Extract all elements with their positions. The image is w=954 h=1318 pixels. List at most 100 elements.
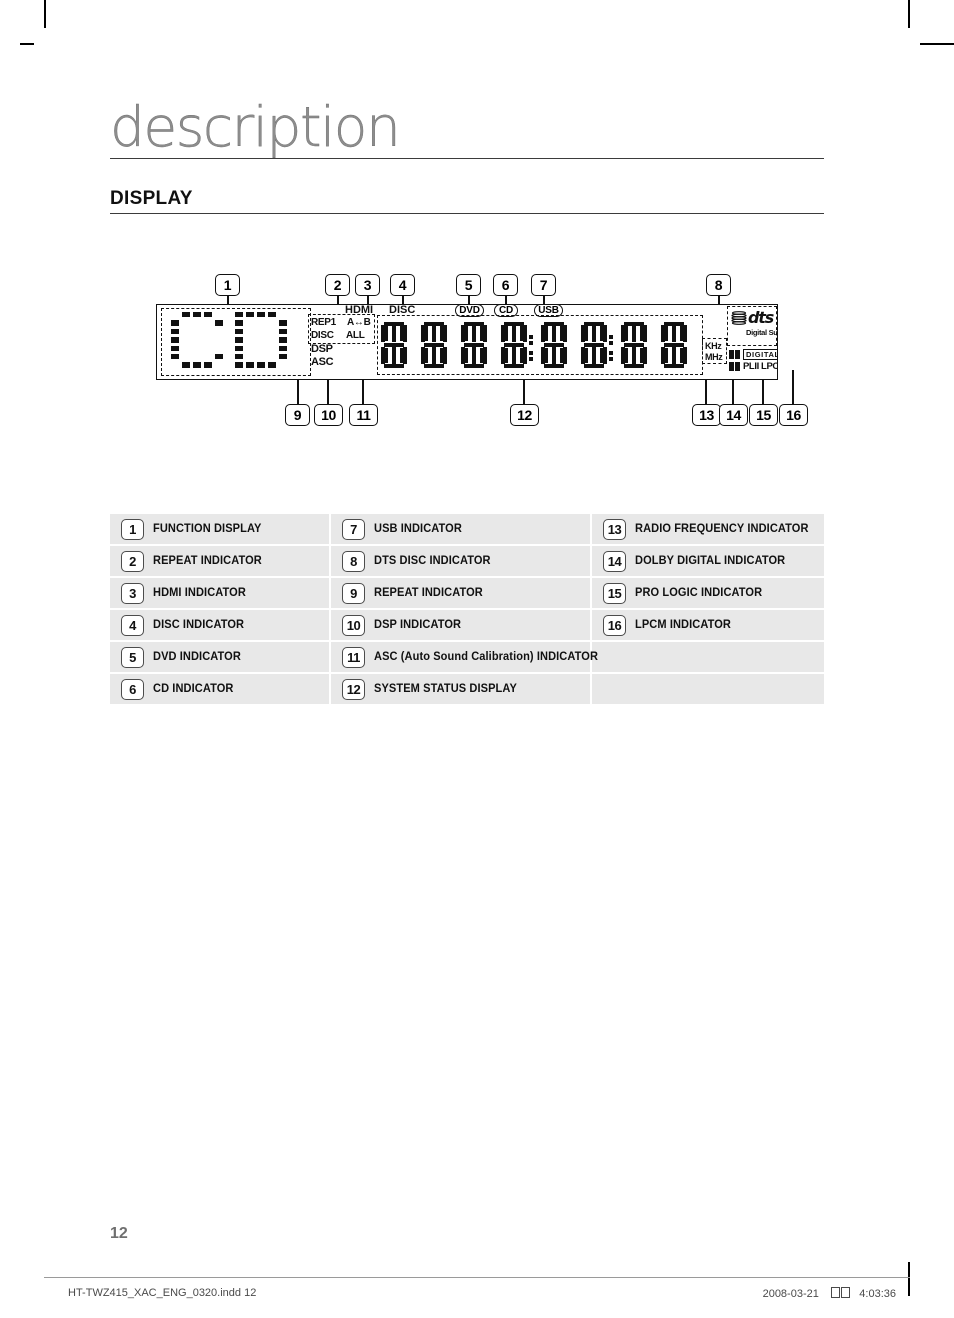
segment-bar: [443, 325, 447, 342]
legend-cell-empty: [592, 674, 824, 704]
segment-bar: [624, 364, 644, 368]
status-segment-char: [541, 322, 569, 370]
crop-mark-top-right-horizontal: [920, 43, 954, 45]
segment-bar: [683, 325, 687, 342]
legend-label-16: LPCM INDICATOR: [635, 619, 731, 631]
segment-bar: [545, 348, 548, 363]
legend-row: 4 DISC INDICATOR 10 DSP INDICATOR 16 LPCM IND…: [110, 610, 824, 640]
segment-colon-dot: [529, 357, 533, 361]
dolby-glyph-right: [735, 350, 740, 359]
legend-label-11: ASC (Auto Sound Calibration) INDICATOR: [374, 651, 599, 663]
footer-file-name: HT-TWZ415_XAC_ENG_0320.indd 12: [68, 1287, 257, 1299]
footer-timestamp: 2008-03-21 4:03:36: [763, 1287, 896, 1300]
segment-bar: [672, 325, 676, 342]
legend-number-badge-7: 7: [342, 518, 365, 540]
legend-number-badge-12: 12: [342, 678, 365, 700]
segment-bar: [643, 347, 647, 364]
segment-bar: [664, 364, 684, 368]
crop-mark-top-left-vertical: [44, 0, 46, 28]
dolby-glyph-right-2: [735, 362, 740, 371]
page-title: description: [110, 95, 401, 159]
segment-bar: [545, 326, 548, 341]
segment-colon-dot: [529, 351, 533, 355]
segment-bar: [385, 326, 388, 341]
segment-bar: [440, 348, 443, 363]
segment-bar: [520, 348, 523, 363]
footer-unrenderable-glyph-2: [840, 1287, 850, 1298]
legend-cell-4: 4 DISC INDICATOR: [110, 610, 329, 640]
callout-14: 14: [719, 404, 748, 426]
dts-swirl-icon: [731, 311, 747, 325]
segment-bar: [425, 326, 428, 341]
footer-date: 2008-03-21: [762, 1288, 819, 1300]
callout-12: 12: [510, 404, 539, 426]
function-display-outline: [161, 308, 311, 376]
legend-cell-16: 16 LPCM INDICATOR: [592, 610, 824, 640]
legend-label-3: HDMI INDICATOR: [153, 587, 246, 599]
dolby-digital-label: DIGITAL: [743, 349, 777, 360]
legend-label-5: DVD INDICATOR: [153, 651, 241, 663]
segment-bar: [472, 347, 476, 364]
status-segment-char: [501, 322, 529, 370]
legend-label-12: SYSTEM STATUS DISPLAY: [374, 683, 517, 695]
system-status-display: [381, 319, 699, 373]
segment-bar: [472, 325, 476, 342]
segment-bar: [465, 326, 468, 341]
callout-6: 6: [493, 274, 518, 296]
callout-2: 2: [325, 274, 350, 296]
segment-bar: [632, 347, 636, 364]
legend-label-2: REPEAT INDICATOR: [153, 555, 262, 567]
legend-row: 3 HDMI INDICATOR 9 REPEAT INDICATOR 15 PRO LO…: [110, 578, 824, 608]
segment-bar: [512, 325, 516, 342]
dolby-glyph-left: [729, 350, 734, 359]
callout-13: 13: [692, 404, 721, 426]
legend-label-14: DOLBY DIGITAL INDICATOR: [635, 555, 786, 567]
status-segment-char: [661, 322, 689, 370]
segment-bar: [584, 364, 604, 368]
segment-bar: [523, 325, 527, 342]
segment-bar: [665, 326, 668, 341]
segment-bar: [625, 348, 628, 363]
callout-15: 15: [749, 404, 778, 426]
legend-cell-13: 13 RADIO FREQUENCY INDICATOR: [592, 514, 824, 544]
callout-5: 5: [456, 274, 481, 296]
segment-bar: [400, 348, 403, 363]
legend-label-13: RADIO FREQUENCY INDICATOR: [635, 523, 809, 535]
status-segment-char: [461, 322, 489, 370]
legend-cell-8: 8 DTS DISC INDICATOR: [331, 546, 590, 576]
segment-bar: [520, 326, 523, 341]
segment-bar: [592, 325, 596, 342]
legend-row: 5 DVD INDICATOR 11 ASC (Auto Sound Calibrat…: [110, 642, 824, 672]
segment-bar: [403, 325, 407, 342]
segment-bar: [552, 325, 556, 342]
page-number: 12: [110, 1225, 128, 1242]
segment-bar: [544, 364, 564, 368]
legend-number-badge-13: 13: [603, 518, 626, 540]
segment-bar: [424, 364, 444, 368]
legend-number-badge-6: 6: [121, 678, 144, 700]
segment-colon-dot: [529, 341, 533, 345]
status-segment-char: [421, 322, 449, 370]
segment-bar: [585, 326, 588, 341]
legend-row: 6 CD INDICATOR 12 SYSTEM STATUS DISPLAY: [110, 674, 824, 704]
legend-number-badge-14: 14: [603, 550, 626, 572]
segment-bar: [680, 348, 683, 363]
segment-bar: [523, 347, 527, 364]
segment-colon-dot: [609, 335, 613, 339]
status-segment-char: [621, 322, 649, 370]
radio-frequency-indicator: KHz MHz: [705, 341, 723, 363]
dts-disc-indicator: dts Digital Surround: [731, 309, 777, 347]
dsp-indicator-label: DSP: [311, 343, 333, 355]
crop-mark-top-left-horizontal: [20, 43, 34, 45]
legend-label-10: DSP INDICATOR: [374, 619, 462, 631]
function-display-dot-matrix: [161, 308, 311, 376]
dolby-double-d-icon-2: [729, 362, 741, 371]
segment-colon-dot: [529, 335, 533, 339]
khz-label: KHz: [705, 341, 722, 351]
legend-cell-empty: [592, 642, 824, 672]
legend-number-badge-11: 11: [342, 646, 365, 668]
segment-bar: [392, 325, 396, 342]
legend-label-4: DISC INDICATOR: [153, 619, 245, 631]
callout-4: 4: [390, 274, 415, 296]
legend-number-badge-1: 1: [121, 518, 144, 540]
